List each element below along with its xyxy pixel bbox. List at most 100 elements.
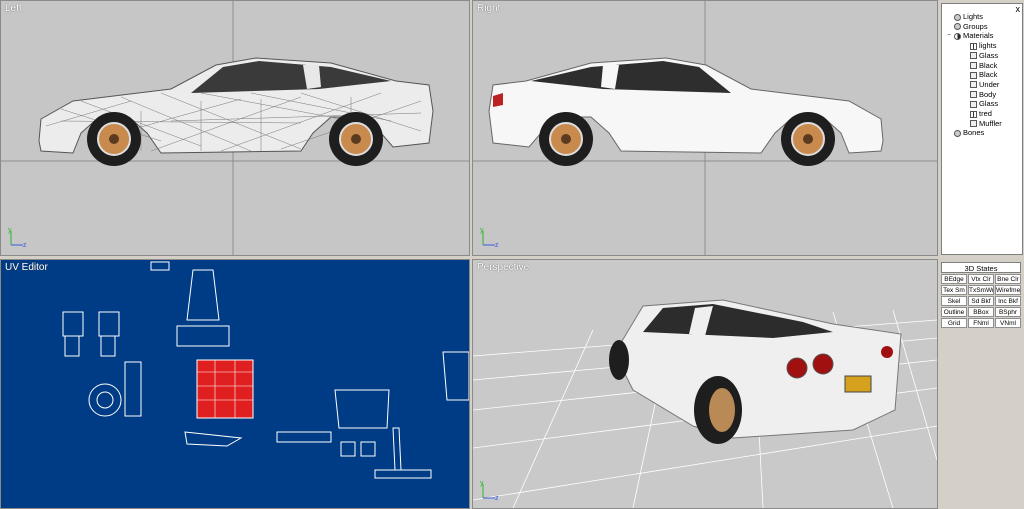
state-toggle-button[interactable]: FNml [968, 318, 994, 328]
bones-icon [954, 129, 961, 137]
svg-text:y: y [480, 227, 484, 234]
material-icon [970, 52, 977, 60]
tree-item-label: Black [979, 60, 998, 70]
state-toggle-button[interactable]: Wirefme [995, 285, 1021, 295]
state-toggle-button[interactable]: Sd Bkf [968, 296, 994, 306]
uv-texture-patch [196, 359, 254, 419]
uv-island [88, 383, 122, 417]
tree-item-label: lights [979, 41, 997, 51]
tree-item-label: Bones [963, 128, 985, 138]
uv-island [100, 335, 116, 357]
car-wireframe-side [38, 57, 434, 166]
state-toggle-button[interactable]: Skel [941, 296, 967, 306]
svg-text:z: z [495, 495, 499, 502]
materials-icon [954, 32, 961, 40]
tree-item[interactable]: Muffler [962, 119, 1002, 129]
uv-canvas [62, 261, 469, 479]
tree-item-label: Muffler [979, 118, 1002, 128]
tree-item[interactable]: Under [962, 80, 999, 90]
material-icon [970, 62, 977, 69]
state-toggle-button[interactable]: Grid [941, 318, 967, 328]
svg-text:z: z [495, 242, 499, 249]
material-icon [970, 71, 977, 79]
tree-item-label: Body [979, 89, 997, 99]
tree-item[interactable]: − Materials [946, 31, 993, 41]
tree-item-label: Materials [963, 31, 994, 41]
state-toggle-button[interactable]: Tex Sm [941, 285, 967, 295]
viewport-perspective[interactable]: Perspective y z [472, 259, 938, 509]
tree-item[interactable]: Groups [946, 22, 988, 32]
right-view-canvas [473, 1, 937, 255]
tree-item-label: tred [979, 109, 992, 118]
perspective-canvas [473, 299, 937, 508]
close-icon[interactable]: x [1016, 4, 1021, 14]
tree-item[interactable]: Body [962, 90, 996, 100]
tree-item-label: Groups [963, 21, 988, 31]
tree-item[interactable]: Glass [962, 51, 998, 61]
state-toggle-button[interactable]: BEdge [941, 274, 967, 284]
scene-tree[interactable]: x Lights Groups − Materials lights Glass Black… [941, 3, 1023, 255]
uv-island [124, 361, 142, 417]
uv-island [62, 311, 84, 337]
tree-item[interactable]: Bones [946, 128, 984, 138]
texture-icon [970, 110, 977, 118]
light-icon [954, 13, 961, 21]
uv-island [392, 427, 402, 471]
tree-item[interactable]: Black [962, 70, 997, 80]
tree-item-label: Glass [979, 50, 999, 60]
state-toggle-button[interactable]: Outline [941, 307, 967, 317]
tree-item[interactable]: Black [962, 61, 997, 71]
tree-item[interactable]: tred [962, 109, 992, 119]
tree-item-label: Under [979, 79, 1000, 89]
uv-island [96, 391, 114, 409]
viewport-label: Left [5, 3, 22, 14]
car-shaded-side [488, 57, 884, 166]
uv-island [186, 269, 220, 321]
state-toggle-button[interactable]: Vtx Clr [968, 274, 994, 284]
axis-gizmo: y z [480, 480, 499, 502]
material-icon [970, 81, 977, 89]
uv-island [64, 335, 80, 357]
viewport-label: UV Editor [5, 262, 48, 273]
uv-island [176, 325, 230, 347]
uv-island [184, 431, 243, 447]
axis-gizmo: y z [8, 227, 27, 249]
uv-island [276, 431, 332, 443]
tree-item-label: Glass [979, 99, 999, 109]
state-toggle-button[interactable]: TxSmWr [968, 285, 994, 295]
svg-text:z: z [23, 242, 27, 249]
state-toggle-button[interactable]: VNml [995, 318, 1021, 328]
state-toggle-button[interactable]: BBox [968, 307, 994, 317]
state-toggle-button[interactable]: BSphr [995, 307, 1021, 317]
uv-island [98, 311, 120, 337]
uv-island [150, 261, 170, 271]
expander-icon[interactable]: − [946, 31, 952, 41]
states-button-grid: BEdge Vtx Clr Bne Clr Tex Sm TxSmWr Wirefme Sk… [941, 274, 1023, 328]
states-panel-title: 3D States [941, 262, 1021, 273]
uv-island [374, 469, 432, 479]
tree-item[interactable]: lights [962, 41, 997, 51]
group-icon [954, 23, 961, 31]
axis-gizmo: y z [480, 227, 499, 249]
material-icon [970, 120, 977, 128]
uv-island [334, 389, 390, 429]
state-toggle-button[interactable]: Bne Clr [995, 274, 1021, 284]
side-panel: x Lights Groups − Materials lights Glass Black… [940, 0, 1024, 509]
material-icon [970, 91, 977, 99]
viewport-left[interactable]: Left y z [0, 0, 470, 256]
uv-island [442, 351, 469, 401]
tree-item[interactable]: Glass [962, 99, 998, 109]
svg-text:y: y [8, 227, 12, 234]
tree-item-label: Black [979, 70, 998, 80]
material-icon [970, 100, 977, 108]
state-toggle-button[interactable]: Inc Bkf [995, 296, 1021, 306]
tree-item[interactable]: Lights [946, 12, 983, 22]
texture-icon [970, 42, 977, 50]
uv-island [360, 441, 376, 457]
tree-item-label: Lights [963, 12, 984, 21]
uv-island [340, 441, 356, 457]
viewport-right[interactable]: Right y z [472, 0, 938, 256]
viewport-label: Perspective [477, 262, 530, 273]
viewport-uv-editor[interactable]: UV Editor [0, 259, 470, 509]
viewport-label: Right [477, 3, 501, 14]
